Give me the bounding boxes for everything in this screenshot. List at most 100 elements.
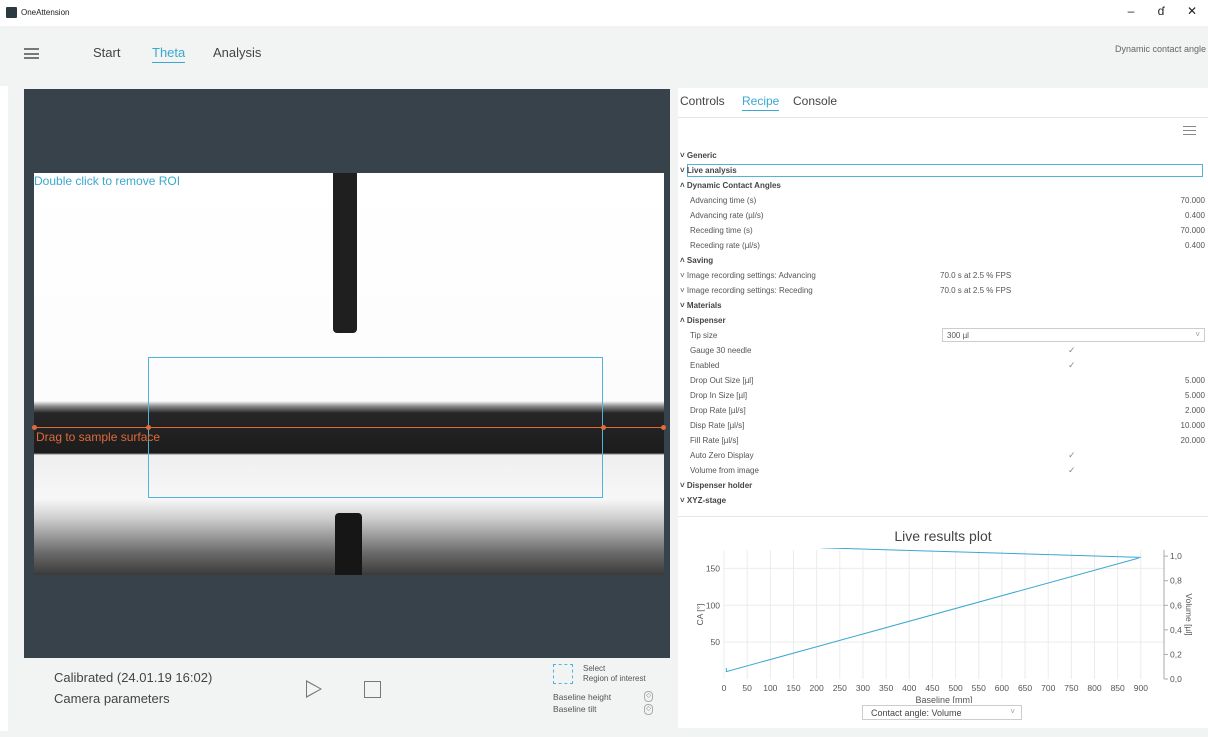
tab-controls[interactable]: Controls (680, 94, 725, 108)
x-tick-label: 250 (833, 683, 847, 693)
baseline-tilt-label: Baseline tilt (553, 704, 597, 714)
calibration-status[interactable]: Calibrated (24.01.19 16:02) (54, 670, 212, 685)
y2-tick-label: 0,0 (1170, 674, 1182, 684)
disp-rate-row[interactable]: Disp Rate [µl/s] 10.000 (680, 418, 1205, 433)
tab-theta[interactable]: Theta (152, 45, 186, 63)
section-dispenser[interactable]: ˄ Dispenser (680, 313, 1205, 328)
x-axis-label: Baseline [mm] (915, 695, 972, 703)
y2-tick-label: 0,6 (1170, 600, 1182, 610)
volume-from-image-row: Volume from image ✓ (690, 465, 1076, 476)
drop-in-size-row[interactable]: Drop In Size [µl] 5.000 (680, 388, 1205, 403)
needle-reflection (335, 513, 362, 575)
baseline-height-stepper[interactable]: ◇ (644, 691, 653, 702)
divider (678, 516, 1208, 517)
roi-handle-right[interactable] (601, 425, 606, 430)
status-bar (0, 731, 1208, 737)
advancing-rate-row[interactable]: Advancing rate (µl/s) 0.400 (680, 208, 1205, 223)
recipe-tree: ˅ Generic ˅ Live analysis ˄ Dynamic Cont… (680, 148, 1205, 508)
x-tick-label: 850 (1111, 683, 1125, 693)
roi-select-icon[interactable] (553, 664, 573, 684)
y2-axis-label: Volume [µl] (1184, 593, 1194, 635)
image-recording-advancing-row[interactable]: ˅ Image recording settings: Advancing 70.… (680, 268, 1205, 283)
baseline-tilt-stepper[interactable]: ◇ (644, 704, 653, 715)
auto-zero-row: Auto Zero Display ✓ (690, 450, 1076, 461)
x-tick-label: 550 (972, 683, 986, 693)
y2-tick-label: 1,0 (1170, 551, 1182, 561)
image-recording-receding-row[interactable]: ˅ Image recording settings: Receding 70.0… (680, 283, 1205, 298)
series-line-volume (821, 548, 1141, 558)
menu-icon[interactable] (1183, 126, 1196, 135)
play-icon[interactable] (306, 680, 322, 698)
baseline-line[interactable] (34, 427, 664, 428)
enabled-checkbox[interactable]: ✓ (1068, 360, 1076, 371)
tab-recipe[interactable]: Recipe (742, 94, 780, 111)
roi-select-label[interactable]: Select Region of interest (583, 664, 646, 684)
x-tick-label: 500 (948, 683, 962, 693)
section-xyz-stage[interactable]: ˅ XYZ-stage (680, 493, 1205, 508)
tip-size-row: Tip size 300 µl ˅ (680, 328, 1205, 343)
volume-from-image-checkbox[interactable]: ✓ (1068, 465, 1076, 476)
main-header: Start Theta Analysis Dynamic contact ang… (0, 26, 1208, 86)
x-tick-label: 100 (763, 683, 777, 693)
x-tick-label: 800 (1087, 683, 1101, 693)
close-button[interactable]: ✕ (1182, 4, 1202, 18)
camera-parameters-link[interactable]: Camera parameters (54, 691, 170, 706)
plot-title: Live results plot (894, 528, 992, 544)
drop-out-size-row[interactable]: Drop Out Size [µl] 5.000 (680, 373, 1205, 388)
baseline-height-label: Baseline height (553, 692, 612, 702)
section-saving[interactable]: ˄ Saving (680, 253, 1205, 268)
y2-tick-label: 0,4 (1170, 625, 1182, 635)
divider (678, 117, 1208, 118)
y-tick-label: 100 (706, 600, 720, 610)
auto-zero-checkbox[interactable]: ✓ (1068, 450, 1076, 461)
fill-rate-row[interactable]: Fill Rate [µl/s] 20.000 (680, 433, 1205, 448)
y-tick-label: 150 (706, 563, 720, 573)
plot-axis-selector[interactable]: Contact angle: Volume ˅ (862, 705, 1022, 720)
x-tick-label: 400 (902, 683, 916, 693)
x-tick-label: 900 (1134, 683, 1148, 693)
title-bar: OneAttension – ɗ ✕ (0, 0, 1208, 26)
tip-size-dropdown[interactable]: 300 µl ˅ (942, 328, 1205, 342)
app-icon (6, 7, 17, 18)
y2-tick-label: 0,8 (1170, 576, 1182, 586)
hamburger-menu-icon[interactable] (24, 48, 39, 59)
x-tick-label: 450 (925, 683, 939, 693)
gauge-needle-row: Gauge 30 needle ✓ (690, 345, 1076, 356)
mode-label: Dynamic contact angle (1114, 44, 1206, 54)
section-generic[interactable]: ˅ Generic (680, 148, 1205, 163)
drop-rate-row[interactable]: Drop Rate [µl/s] 2.000 (680, 403, 1205, 418)
roi-hint: Double click to remove ROI (34, 174, 181, 188)
section-dynamic-contact-angles[interactable]: ˄ Dynamic Contact Angles (680, 178, 1205, 193)
tab-console[interactable]: Console (793, 94, 837, 108)
needle-shadow (333, 173, 357, 333)
minimize-button[interactable]: – (1121, 4, 1141, 18)
x-tick-label: 150 (786, 683, 800, 693)
app-title: OneAttension (21, 8, 70, 17)
x-tick-label: 0 (722, 683, 727, 693)
live-results-plot[interactable]: 0 50 100 150 200 250 300 350 400 450 500 550 600 650 7… (678, 548, 1208, 703)
right-panel: Controls Recipe Console ˅ Generic ˅ Live… (678, 88, 1208, 728)
section-live-analysis[interactable]: ˅ Live analysis (680, 163, 1205, 178)
advancing-time-row[interactable]: Advancing time (s) 70.000 (680, 193, 1205, 208)
tab-start[interactable]: Start (93, 45, 120, 60)
x-tick-label: 350 (879, 683, 893, 693)
baseline-hint: Drag to sample surface (36, 430, 161, 444)
tab-analysis[interactable]: Analysis (213, 45, 261, 60)
enabled-row: Enabled ✓ (690, 360, 1076, 371)
section-dispenser-holder[interactable]: ˅ Dispenser holder (680, 478, 1205, 493)
baseline-handle-right[interactable] (661, 425, 666, 430)
x-tick-label: 700 (1041, 683, 1055, 693)
y-tick-label: 50 (711, 637, 721, 647)
x-tick-label: 650 (1018, 683, 1032, 693)
maximize-button[interactable]: ɗ (1151, 4, 1171, 18)
gauge-needle-checkbox[interactable]: ✓ (1068, 345, 1076, 356)
x-tick-label: 300 (856, 683, 870, 693)
section-materials[interactable]: ˅ Materials (680, 298, 1205, 313)
y2-tick-label: 0,2 (1170, 649, 1182, 659)
y-axis-label: CA [°] (695, 604, 705, 626)
x-tick-label: 750 (1064, 683, 1078, 693)
x-tick-label: 600 (995, 683, 1009, 693)
receding-time-row[interactable]: Receding time (s) 70.000 (680, 223, 1205, 238)
receding-rate-row[interactable]: Receding rate (µl/s) 0.400 (680, 238, 1205, 253)
stop-icon[interactable] (364, 681, 381, 698)
